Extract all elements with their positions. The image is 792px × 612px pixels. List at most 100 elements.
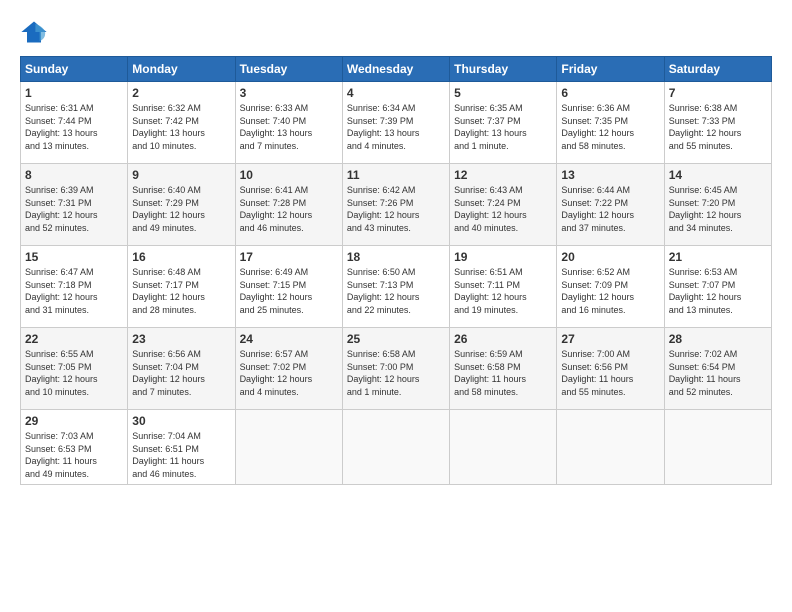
logo-icon — [20, 18, 48, 46]
day-info: Sunrise: 6:34 AM Sunset: 7:39 PM Dayligh… — [347, 102, 445, 152]
calendar-cell: 6 Sunrise: 6:36 AM Sunset: 7:35 PM Daylig… — [557, 82, 664, 164]
calendar-cell: 9Sunrise: 6:40 AM Sunset: 7:29 PM Daylig… — [128, 164, 235, 246]
day-number: 3 — [240, 86, 338, 100]
day-info: Sunrise: 7:03 AM Sunset: 6:53 PM Dayligh… — [25, 430, 123, 480]
page: SundayMondayTuesdayWednesdayThursdayFrid… — [0, 0, 792, 612]
calendar-cell: 18 Sunrise: 6:50 AM Sunset: 7:13 PM Dayli… — [342, 246, 449, 328]
day-info: Sunrise: 6:51 AM Sunset: 7:11 PM Dayligh… — [454, 266, 552, 316]
week-row-1: 1 Sunrise: 6:31 AM Sunset: 7:44 PM Daylig… — [21, 82, 772, 164]
week-row-5: 29 Sunrise: 7:03 AM Sunset: 6:53 PM Dayli… — [21, 410, 772, 485]
day-info: Sunrise: 6:41 AM Sunset: 7:28 PM Dayligh… — [240, 184, 338, 234]
calendar-cell: 4 Sunrise: 6:34 AM Sunset: 7:39 PM Daylig… — [342, 82, 449, 164]
calendar-cell: 25 Sunrise: 6:58 AM Sunset: 7:00 PM Dayli… — [342, 328, 449, 410]
day-info: Sunrise: 6:47 AM Sunset: 7:18 PM Dayligh… — [25, 266, 123, 316]
calendar-cell: 17 Sunrise: 6:49 AM Sunset: 7:15 PM Dayli… — [235, 246, 342, 328]
day-number: 23 — [132, 332, 230, 346]
calendar-cell — [342, 410, 449, 485]
calendar-cell: 21Sunrise: 6:53 AM Sunset: 7:07 PM Dayli… — [664, 246, 771, 328]
weekday-header-sunday: Sunday — [21, 57, 128, 82]
calendar-cell: 13Sunrise: 6:44 AM Sunset: 7:22 PM Dayli… — [557, 164, 664, 246]
day-number: 7 — [669, 86, 767, 100]
calendar: SundayMondayTuesdayWednesdayThursdayFrid… — [20, 56, 772, 485]
day-info: Sunrise: 6:52 AM Sunset: 7:09 PM Dayligh… — [561, 266, 659, 316]
weekday-header-row: SundayMondayTuesdayWednesdayThursdayFrid… — [21, 57, 772, 82]
week-row-2: 8 Sunrise: 6:39 AM Sunset: 7:31 PM Daylig… — [21, 164, 772, 246]
day-number: 11 — [347, 168, 445, 182]
calendar-cell: 22Sunrise: 6:55 AM Sunset: 7:05 PM Dayli… — [21, 328, 128, 410]
day-info: Sunrise: 6:58 AM Sunset: 7:00 PM Dayligh… — [347, 348, 445, 398]
header — [20, 18, 772, 46]
day-info: Sunrise: 7:00 AM Sunset: 6:56 PM Dayligh… — [561, 348, 659, 398]
day-number: 26 — [454, 332, 552, 346]
day-number: 9 — [132, 168, 230, 182]
day-number: 1 — [25, 86, 123, 100]
day-info: Sunrise: 6:44 AM Sunset: 7:22 PM Dayligh… — [561, 184, 659, 234]
calendar-cell: 28 Sunrise: 7:02 AM Sunset: 6:54 PM Dayli… — [664, 328, 771, 410]
calendar-cell: 30Sunrise: 7:04 AM Sunset: 6:51 PM Dayli… — [128, 410, 235, 485]
day-number: 15 — [25, 250, 123, 264]
day-number: 19 — [454, 250, 552, 264]
calendar-cell — [664, 410, 771, 485]
day-info: Sunrise: 6:45 AM Sunset: 7:20 PM Dayligh… — [669, 184, 767, 234]
calendar-cell: 1 Sunrise: 6:31 AM Sunset: 7:44 PM Daylig… — [21, 82, 128, 164]
day-info: Sunrise: 6:36 AM Sunset: 7:35 PM Dayligh… — [561, 102, 659, 152]
calendar-cell: 15 Sunrise: 6:47 AM Sunset: 7:18 PM Dayli… — [21, 246, 128, 328]
day-info: Sunrise: 6:39 AM Sunset: 7:31 PM Dayligh… — [25, 184, 123, 234]
calendar-cell — [557, 410, 664, 485]
week-row-4: 22Sunrise: 6:55 AM Sunset: 7:05 PM Dayli… — [21, 328, 772, 410]
day-info: Sunrise: 6:55 AM Sunset: 7:05 PM Dayligh… — [25, 348, 123, 398]
calendar-cell: 20Sunrise: 6:52 AM Sunset: 7:09 PM Dayli… — [557, 246, 664, 328]
day-info: Sunrise: 6:31 AM Sunset: 7:44 PM Dayligh… — [25, 102, 123, 152]
day-number: 2 — [132, 86, 230, 100]
day-number: 4 — [347, 86, 445, 100]
calendar-cell: 8 Sunrise: 6:39 AM Sunset: 7:31 PM Daylig… — [21, 164, 128, 246]
day-info: Sunrise: 6:35 AM Sunset: 7:37 PM Dayligh… — [454, 102, 552, 152]
day-number: 6 — [561, 86, 659, 100]
calendar-cell: 23Sunrise: 6:56 AM Sunset: 7:04 PM Dayli… — [128, 328, 235, 410]
day-number: 17 — [240, 250, 338, 264]
weekday-header-tuesday: Tuesday — [235, 57, 342, 82]
day-info: Sunrise: 6:43 AM Sunset: 7:24 PM Dayligh… — [454, 184, 552, 234]
calendar-cell: 29 Sunrise: 7:03 AM Sunset: 6:53 PM Dayli… — [21, 410, 128, 485]
day-info: Sunrise: 6:32 AM Sunset: 7:42 PM Dayligh… — [132, 102, 230, 152]
day-number: 30 — [132, 414, 230, 428]
calendar-cell: 16 Sunrise: 6:48 AM Sunset: 7:17 PM Dayli… — [128, 246, 235, 328]
weekday-header-thursday: Thursday — [450, 57, 557, 82]
day-info: Sunrise: 6:48 AM Sunset: 7:17 PM Dayligh… — [132, 266, 230, 316]
calendar-cell: 24 Sunrise: 6:57 AM Sunset: 7:02 PM Dayli… — [235, 328, 342, 410]
calendar-cell: 19 Sunrise: 6:51 AM Sunset: 7:11 PM Dayli… — [450, 246, 557, 328]
day-number: 29 — [25, 414, 123, 428]
day-number: 27 — [561, 332, 659, 346]
calendar-cell: 7 Sunrise: 6:38 AM Sunset: 7:33 PM Daylig… — [664, 82, 771, 164]
weekday-header-saturday: Saturday — [664, 57, 771, 82]
day-number: 14 — [669, 168, 767, 182]
day-number: 24 — [240, 332, 338, 346]
day-number: 8 — [25, 168, 123, 182]
day-number: 21 — [669, 250, 767, 264]
day-info: Sunrise: 6:49 AM Sunset: 7:15 PM Dayligh… — [240, 266, 338, 316]
day-number: 5 — [454, 86, 552, 100]
calendar-cell: 11Sunrise: 6:42 AM Sunset: 7:26 PM Dayli… — [342, 164, 449, 246]
day-info: Sunrise: 6:50 AM Sunset: 7:13 PM Dayligh… — [347, 266, 445, 316]
weekday-header-monday: Monday — [128, 57, 235, 82]
day-info: Sunrise: 6:57 AM Sunset: 7:02 PM Dayligh… — [240, 348, 338, 398]
day-number: 10 — [240, 168, 338, 182]
day-number: 18 — [347, 250, 445, 264]
day-number: 16 — [132, 250, 230, 264]
day-number: 25 — [347, 332, 445, 346]
calendar-cell: 27 Sunrise: 7:00 AM Sunset: 6:56 PM Dayli… — [557, 328, 664, 410]
calendar-cell — [235, 410, 342, 485]
calendar-cell: 3 Sunrise: 6:33 AM Sunset: 7:40 PM Daylig… — [235, 82, 342, 164]
calendar-cell: 12 Sunrise: 6:43 AM Sunset: 7:24 PM Dayli… — [450, 164, 557, 246]
calendar-cell: 14 Sunrise: 6:45 AM Sunset: 7:20 PM Dayli… — [664, 164, 771, 246]
day-info: Sunrise: 7:02 AM Sunset: 6:54 PM Dayligh… — [669, 348, 767, 398]
day-number: 28 — [669, 332, 767, 346]
calendar-cell — [450, 410, 557, 485]
day-number: 12 — [454, 168, 552, 182]
calendar-cell: 2 Sunrise: 6:32 AM Sunset: 7:42 PM Daylig… — [128, 82, 235, 164]
calendar-cell: 10 Sunrise: 6:41 AM Sunset: 7:28 PM Dayli… — [235, 164, 342, 246]
day-info: Sunrise: 6:38 AM Sunset: 7:33 PM Dayligh… — [669, 102, 767, 152]
day-info: Sunrise: 6:33 AM Sunset: 7:40 PM Dayligh… — [240, 102, 338, 152]
weekday-header-wednesday: Wednesday — [342, 57, 449, 82]
week-row-3: 15 Sunrise: 6:47 AM Sunset: 7:18 PM Dayli… — [21, 246, 772, 328]
